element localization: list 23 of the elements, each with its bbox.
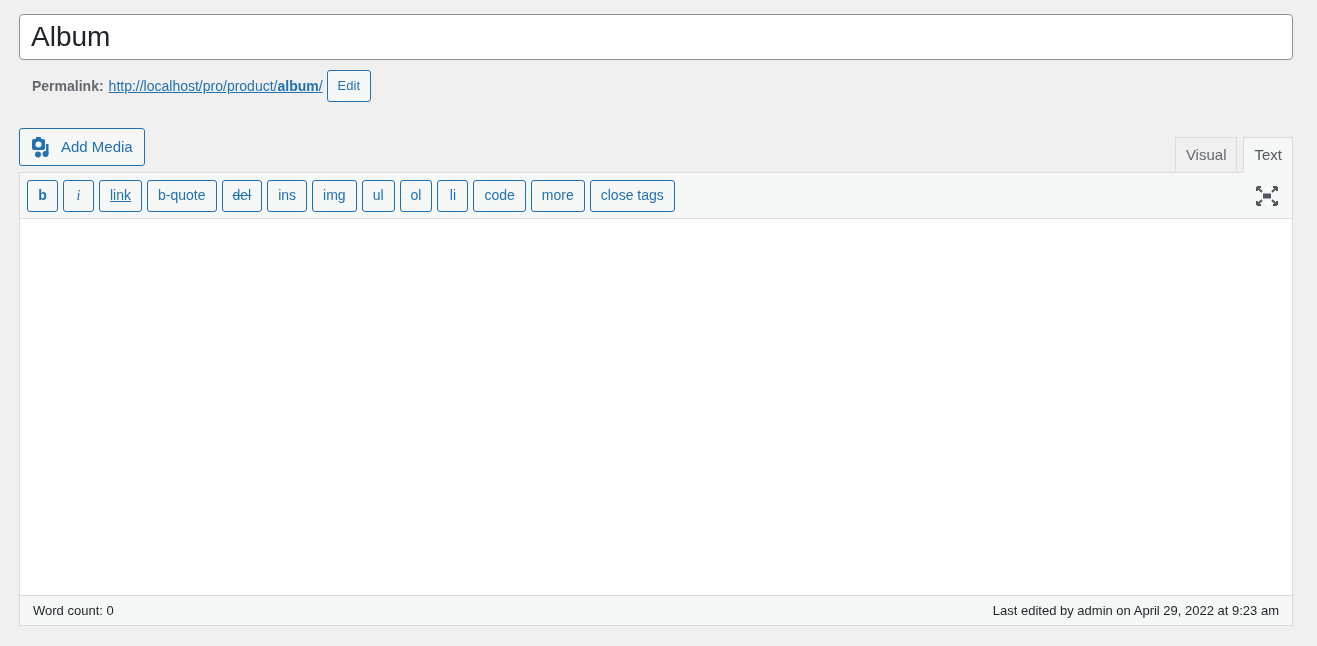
toolbar-button[interactable]: link (99, 179, 142, 212)
toolbar-button[interactable]: li (437, 179, 469, 212)
word-count: Word count: 0 (33, 601, 114, 620)
add-media-button[interactable]: Add Media (19, 128, 145, 166)
title-field[interactable]: Album (19, 14, 1293, 60)
toolbar-button[interactable]: ol (399, 179, 433, 212)
toolbar-button[interactable]: i (63, 179, 94, 212)
last-edited-text: Last edited by admin on April 29, 2022 at 9:23 am (992, 601, 1279, 620)
permalink-label: Permalink: (32, 76, 104, 96)
fullscreen-icon[interactable] (1256, 185, 1278, 206)
editor-tab[interactable]: Visual (1174, 137, 1238, 172)
edit-button[interactable]: Edit (326, 70, 371, 102)
toolbar-button[interactable]: del (221, 179, 263, 212)
toolbar-button[interactable]: b (27, 179, 58, 212)
toolbar-button[interactable]: code (473, 179, 526, 212)
toolbar-button[interactable]: more (530, 179, 585, 212)
permalink-link[interactable]: http://localhost/pro/product/album/ (108, 75, 323, 97)
toolbar-button[interactable]: b-quote (147, 179, 217, 212)
toolbar-button[interactable]: img (312, 179, 357, 212)
toolbar-button[interactable]: ul (361, 179, 395, 212)
toolbar-button[interactable]: close tags (589, 179, 675, 212)
editor-tab[interactable]: Text (1243, 137, 1293, 173)
toolbar-button[interactable]: ins (267, 179, 308, 212)
